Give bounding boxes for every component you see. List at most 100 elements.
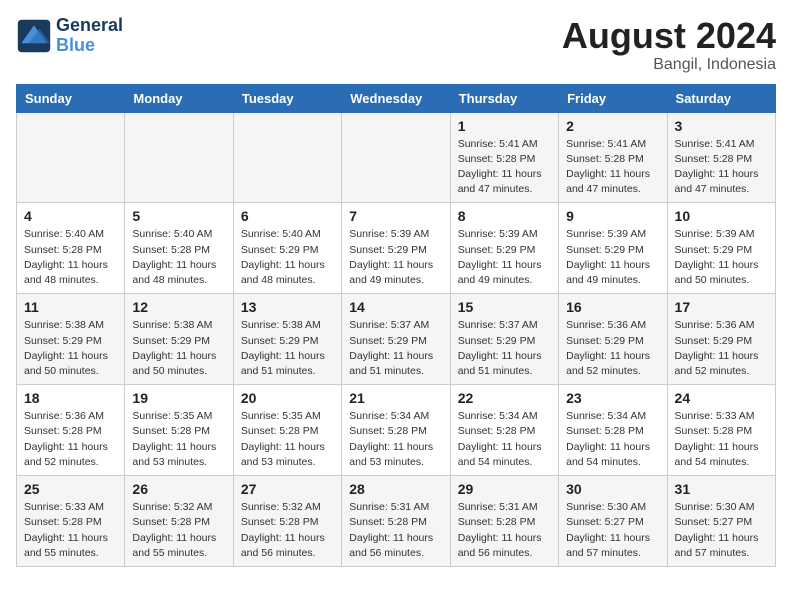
day-detail: Sunrise: 5:39 AMSunset: 5:29 PMDaylight:… — [566, 227, 659, 288]
weekday-header-wednesday: Wednesday — [342, 84, 450, 112]
title-block: August 2024 Bangil, Indonesia — [562, 16, 776, 74]
day-detail: Sunrise: 5:31 AMSunset: 5:28 PMDaylight:… — [349, 500, 442, 561]
day-detail: Sunrise: 5:39 AMSunset: 5:29 PMDaylight:… — [458, 227, 551, 288]
weekday-header-thursday: Thursday — [450, 84, 558, 112]
calendar-cell: 3Sunrise: 5:41 AMSunset: 5:28 PMDaylight… — [667, 112, 775, 203]
calendar-cell: 25Sunrise: 5:33 AMSunset: 5:28 PMDayligh… — [17, 476, 125, 567]
day-number: 11 — [24, 299, 117, 315]
calendar-cell: 28 Sunrise: 5:31 AMSunset: 5:28 PMDayligh… — [342, 476, 450, 567]
calendar-cell: 2Sunrise: 5:41 AMSunset: 5:28 PMDaylight… — [559, 112, 667, 203]
day-detail: Sunrise: 5:41 AMSunset: 5:28 PMDaylight:… — [566, 137, 659, 198]
calendar-cell: 16Sunrise: 5:36 AMSunset: 5:29 PMDayligh… — [559, 294, 667, 385]
calendar-week-row: 25Sunrise: 5:33 AMSunset: 5:28 PMDayligh… — [17, 476, 776, 567]
day-detail: Sunrise: 5:36 AMSunset: 5:28 PMDaylight:… — [24, 409, 117, 470]
calendar-cell: 27 Sunrise: 5:32 AMSunset: 5:28 PMDayligh… — [233, 476, 341, 567]
day-detail: Sunrise: 5:38 AMSunset: 5:29 PMDaylight:… — [24, 318, 117, 379]
calendar-cell: 1 Sunrise: 5:41 AMSunset: 5:28 PMDaylight… — [450, 112, 558, 203]
day-number: 30 — [566, 481, 659, 497]
weekday-header-row: SundayMondayTuesdayWednesdayThursdayFrid… — [17, 84, 776, 112]
day-number: 21 — [349, 390, 442, 406]
calendar-cell — [342, 112, 450, 203]
weekday-header-sunday: Sunday — [17, 84, 125, 112]
day-detail: Sunrise: 5:40 AMSunset: 5:28 PMDaylight:… — [24, 227, 117, 288]
calendar-cell — [125, 112, 233, 203]
logo-text: General Blue — [56, 16, 123, 56]
calendar-cell — [233, 112, 341, 203]
day-number: 26 — [132, 481, 225, 497]
weekday-header-tuesday: Tuesday — [233, 84, 341, 112]
calendar-week-row: 1 Sunrise: 5:41 AMSunset: 5:28 PMDaylight… — [17, 112, 776, 203]
calendar-cell: 23 Sunrise: 5:34 AMSunset: 5:28 PMDayligh… — [559, 385, 667, 476]
day-number: 1 — [458, 118, 551, 134]
day-number: 7 — [349, 208, 442, 224]
calendar-cell — [17, 112, 125, 203]
calendar-cell: 22 Sunrise: 5:34 AMSunset: 5:28 PMDayligh… — [450, 385, 558, 476]
day-number: 19 — [132, 390, 225, 406]
weekday-header-saturday: Saturday — [667, 84, 775, 112]
day-detail: Sunrise: 5:37 AMSunset: 5:29 PMDaylight:… — [458, 318, 551, 379]
day-detail: Sunrise: 5:32 AMSunset: 5:28 PMDaylight:… — [132, 500, 225, 561]
logo: General Blue — [16, 16, 123, 56]
day-detail: Sunrise: 5:40 AMSunset: 5:28 PMDaylight:… — [132, 227, 225, 288]
day-detail: Sunrise: 5:33 AMSunset: 5:28 PMDaylight:… — [24, 500, 117, 561]
day-detail: Sunrise: 5:39 AMSunset: 5:29 PMDaylight:… — [349, 227, 442, 288]
weekday-header-monday: Monday — [125, 84, 233, 112]
day-number: 13 — [241, 299, 334, 315]
day-number: 15 — [458, 299, 551, 315]
page-header: General Blue August 2024 Bangil, Indones… — [16, 16, 776, 74]
calendar-cell: 19 Sunrise: 5:35 AMSunset: 5:28 PMDayligh… — [125, 385, 233, 476]
day-number: 9 — [566, 208, 659, 224]
day-number: 22 — [458, 390, 551, 406]
calendar-cell: 9 Sunrise: 5:39 AMSunset: 5:29 PMDaylight… — [559, 203, 667, 294]
day-detail: Sunrise: 5:30 AMSunset: 5:27 PMDaylight:… — [675, 500, 768, 561]
day-detail: Sunrise: 5:35 AMSunset: 5:28 PMDaylight:… — [241, 409, 334, 470]
calendar-cell: 17Sunrise: 5:36 AMSunset: 5:29 PMDayligh… — [667, 294, 775, 385]
day-detail: Sunrise: 5:34 AMSunset: 5:28 PMDaylight:… — [458, 409, 551, 470]
day-number: 29 — [458, 481, 551, 497]
day-number: 10 — [675, 208, 768, 224]
day-detail: Sunrise: 5:30 AMSunset: 5:27 PMDaylight:… — [566, 500, 659, 561]
calendar-cell: 7 Sunrise: 5:39 AMSunset: 5:29 PMDaylight… — [342, 203, 450, 294]
calendar-table: SundayMondayTuesdayWednesdayThursdayFrid… — [16, 84, 776, 567]
day-number: 24 — [675, 390, 768, 406]
calendar-cell: 15 Sunrise: 5:37 AMSunset: 5:29 PMDayligh… — [450, 294, 558, 385]
weekday-header-friday: Friday — [559, 84, 667, 112]
calendar-cell: 26 Sunrise: 5:32 AMSunset: 5:28 PMDayligh… — [125, 476, 233, 567]
day-number: 28 — [349, 481, 442, 497]
day-detail: Sunrise: 5:34 AMSunset: 5:28 PMDaylight:… — [349, 409, 442, 470]
day-number: 6 — [241, 208, 334, 224]
day-number: 27 — [241, 481, 334, 497]
day-detail: Sunrise: 5:33 AMSunset: 5:28 PMDaylight:… — [675, 409, 768, 470]
calendar-cell: 12Sunrise: 5:38 AMSunset: 5:29 PMDayligh… — [125, 294, 233, 385]
calendar-cell: 13 Sunrise: 5:38 AMSunset: 5:29 PMDayligh… — [233, 294, 341, 385]
day-number: 5 — [132, 208, 225, 224]
day-detail: Sunrise: 5:32 AMSunset: 5:28 PMDaylight:… — [241, 500, 334, 561]
day-number: 23 — [566, 390, 659, 406]
day-detail: Sunrise: 5:38 AMSunset: 5:29 PMDaylight:… — [241, 318, 334, 379]
calendar-cell: 20 Sunrise: 5:35 AMSunset: 5:28 PMDayligh… — [233, 385, 341, 476]
day-detail: Sunrise: 5:31 AMSunset: 5:28 PMDaylight:… — [458, 500, 551, 561]
day-number: 20 — [241, 390, 334, 406]
calendar-cell: 29 Sunrise: 5:31 AMSunset: 5:28 PMDayligh… — [450, 476, 558, 567]
day-detail: Sunrise: 5:41 AMSunset: 5:28 PMDaylight:… — [458, 137, 551, 198]
calendar-cell: 11 Sunrise: 5:38 AMSunset: 5:29 PMDayligh… — [17, 294, 125, 385]
day-detail: Sunrise: 5:34 AMSunset: 5:28 PMDaylight:… — [566, 409, 659, 470]
calendar-cell: 18 Sunrise: 5:36 AMSunset: 5:28 PMDayligh… — [17, 385, 125, 476]
day-number: 18 — [24, 390, 117, 406]
calendar-cell: 5 Sunrise: 5:40 AMSunset: 5:28 PMDaylight… — [125, 203, 233, 294]
day-number: 17 — [675, 299, 768, 315]
calendar-week-row: 11 Sunrise: 5:38 AMSunset: 5:29 PMDayligh… — [17, 294, 776, 385]
day-number: 8 — [458, 208, 551, 224]
day-detail: Sunrise: 5:35 AMSunset: 5:28 PMDaylight:… — [132, 409, 225, 470]
calendar-cell: 24 Sunrise: 5:33 AMSunset: 5:28 PMDayligh… — [667, 385, 775, 476]
calendar-week-row: 4 Sunrise: 5:40 AMSunset: 5:28 PMDaylight… — [17, 203, 776, 294]
calendar-cell: 31Sunrise: 5:30 AMSunset: 5:27 PMDayligh… — [667, 476, 775, 567]
day-detail: Sunrise: 5:39 AMSunset: 5:29 PMDaylight:… — [675, 227, 768, 288]
day-number: 4 — [24, 208, 117, 224]
month-year-title: August 2024 — [562, 16, 776, 56]
logo-icon — [16, 18, 52, 54]
day-number: 14 — [349, 299, 442, 315]
calendar-cell: 14Sunrise: 5:37 AMSunset: 5:29 PMDayligh… — [342, 294, 450, 385]
day-detail: Sunrise: 5:38 AMSunset: 5:29 PMDaylight:… — [132, 318, 225, 379]
day-detail: Sunrise: 5:36 AMSunset: 5:29 PMDaylight:… — [566, 318, 659, 379]
